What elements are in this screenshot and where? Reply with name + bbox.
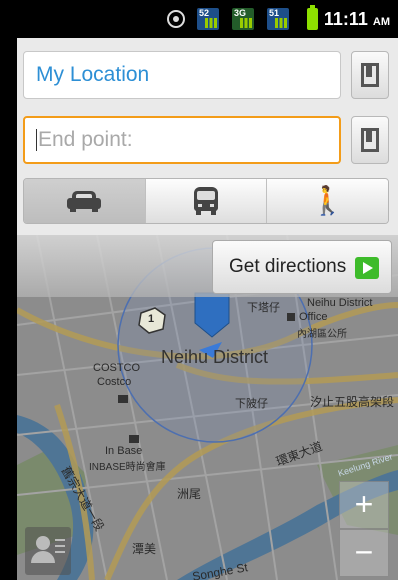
walking-icon: 🚶	[310, 185, 346, 216]
get-directions-label: Get directions	[229, 256, 347, 277]
map-label-costco-cn: Costco	[97, 376, 132, 388]
clock-ampm: AM	[372, 16, 390, 28]
3g-data-icon: 3G	[232, 8, 254, 30]
zoom-in-button[interactable]: +	[339, 481, 389, 529]
bookmark-icon	[361, 128, 379, 152]
car-icon	[67, 190, 102, 212]
signal-1-label: 52	[199, 8, 210, 18]
signal-icon-1: 52	[197, 8, 219, 30]
zoom-in-label: +	[354, 486, 374, 522]
mode-driving-button[interactable]	[24, 179, 146, 223]
go-arrow-icon	[355, 257, 379, 279]
phone-screen: 52 3G 51 11:11 AM My Location End point:	[17, 0, 398, 580]
zoom-out-label: −	[354, 534, 374, 570]
route-shield-number: 1	[148, 313, 155, 325]
text-cursor	[36, 129, 37, 152]
directions-panel: My Location End point: 🚶	[17, 38, 398, 235]
map-label-office-cn: 內湖區公所	[297, 329, 347, 340]
status-bar: 52 3G 51 11:11 AM	[17, 0, 398, 38]
layers-button[interactable]	[25, 527, 71, 575]
end-point-placeholder: End point:	[38, 128, 133, 151]
map-label-xiazhen2: 下陂仔	[235, 398, 268, 410]
signal-3-label: 51	[269, 8, 280, 18]
end-point-field[interactable]: End point:	[23, 116, 341, 164]
map-label-neihu-district: Neihu District	[161, 347, 269, 367]
mode-walking-button[interactable]: 🚶	[267, 179, 388, 223]
travel-mode-selector: 🚶	[23, 178, 389, 224]
bookmark-icon	[361, 63, 379, 87]
clock-time: 11:11	[323, 9, 368, 29]
map-label-inbase-cn: INBASE時尚會庫	[89, 462, 166, 473]
zoom-out-button[interactable]: −	[339, 529, 389, 577]
map-label-in-base: In Base	[105, 445, 143, 457]
mode-transit-button[interactable]	[145, 179, 268, 223]
map-label-zhouwei: 洲尾	[177, 487, 202, 501]
battery-icon	[307, 5, 318, 30]
map-label-costco: COSTCO	[93, 362, 141, 374]
gps-icon	[167, 10, 185, 28]
end-bookmark-button[interactable]	[351, 116, 389, 164]
signal-2-label: 3G	[234, 8, 247, 18]
map-label-tanmei: 潭美	[132, 542, 157, 556]
clock: 11:11 AM	[324, 9, 390, 30]
get-directions-button[interactable]: Get directions	[212, 240, 392, 294]
start-bookmark-button[interactable]	[351, 51, 389, 99]
start-point-field[interactable]: My Location	[23, 51, 341, 99]
map-label-xiazhen: 下塔仔	[247, 302, 280, 314]
map-label-office: Office	[299, 311, 328, 323]
map-label-wudu: 汐止五股高架段	[310, 395, 395, 409]
signal-icon-3: 51	[267, 8, 289, 30]
map-label-neihu-top: Neihu District	[307, 297, 373, 309]
bus-icon	[194, 187, 218, 215]
start-point-value: My Location	[36, 63, 150, 86]
